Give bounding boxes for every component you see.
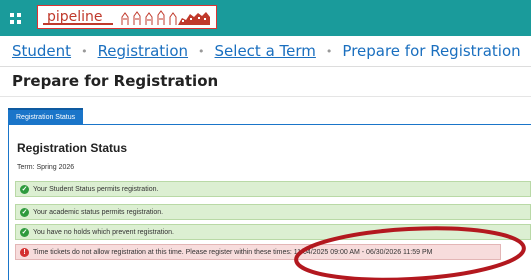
top-bar: pipeline (0, 0, 531, 36)
breadcrumb: Student • Registration • Select a Term • Prepa… (12, 42, 521, 60)
breadcrumb-registration[interactable]: Registration (98, 42, 188, 60)
status-message-success: ✓ Your academic status permits registrat… (15, 204, 531, 220)
check-icon: ✓ (20, 228, 29, 237)
skyline-icon (121, 10, 210, 25)
breadcrumb-separator-icon: • (81, 45, 88, 58)
check-icon: ✓ (20, 208, 29, 217)
breadcrumb-select-term[interactable]: Select a Term (215, 42, 316, 60)
breadcrumb-separator-icon: • (198, 45, 205, 58)
status-message-success: ✓ You have no holds which prevent regist… (15, 224, 531, 240)
divider (0, 96, 531, 97)
status-message-error: ! Time tickets do not allow registration… (15, 244, 501, 260)
status-message-text: Your Student Status permits registration… (33, 186, 159, 193)
breadcrumb-separator-icon: • (325, 45, 333, 58)
status-message-success: ✓ Your Student Status permits registrati… (15, 181, 531, 197)
page-title: Prepare for Registration (12, 72, 219, 90)
tab-registration-status[interactable]: Registration Status (8, 108, 84, 125)
alert-icon: ! (20, 248, 29, 257)
status-message-text: Your academic status permits registratio… (33, 209, 164, 216)
status-title: Registration Status (17, 141, 128, 155)
check-icon: ✓ (20, 185, 29, 194)
status-message-text: Time tickets do not allow registration a… (33, 249, 433, 256)
pipeline-logo[interactable]: pipeline (37, 5, 217, 29)
status-message-text: You have no holds which prevent registra… (33, 229, 174, 236)
divider (0, 66, 531, 67)
logo-underline (43, 23, 113, 25)
app-grid-icon[interactable] (10, 13, 21, 24)
breadcrumb-current: Prepare for Registration (342, 42, 521, 60)
term-label: Term: Spring 2026 (17, 164, 75, 171)
breadcrumb-student[interactable]: Student (12, 42, 71, 60)
